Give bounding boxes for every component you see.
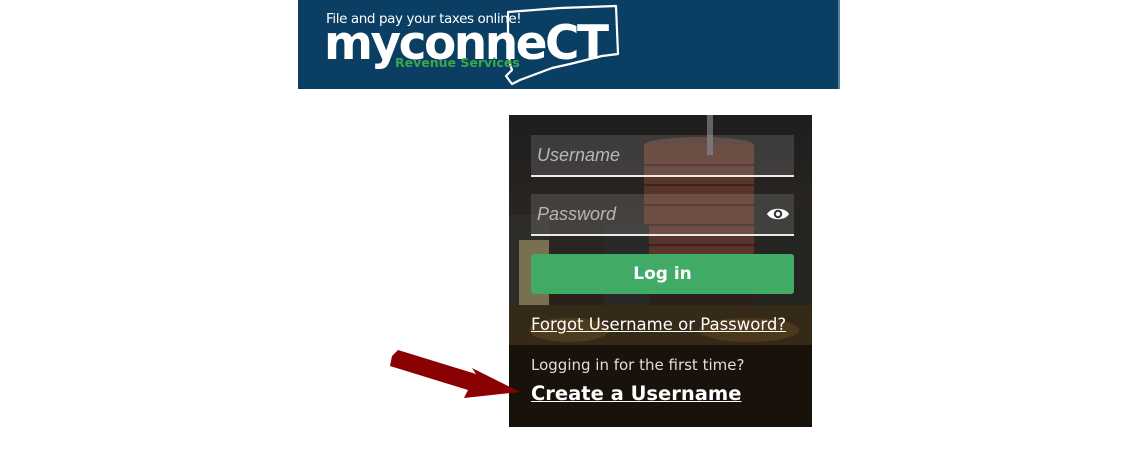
password-input[interactable] (531, 194, 794, 234)
login-button[interactable]: Log in (531, 254, 794, 294)
username-field-container (531, 135, 794, 177)
create-username-link[interactable]: Create a Username (531, 382, 741, 405)
username-input[interactable] (531, 135, 794, 175)
first-time-prompt: Logging in for the first time? (531, 356, 745, 374)
forgot-credentials-link[interactable]: Forgot Username or Password? (531, 315, 786, 334)
password-field-container (531, 194, 794, 236)
arrow-icon (390, 350, 520, 398)
eye-icon[interactable] (766, 205, 790, 223)
brand-subtitle: Revenue Services (395, 55, 520, 70)
login-panel: Log in Forgot Username or Password? Logg… (509, 115, 812, 427)
site-banner: File and pay your taxes online! myconneC… (298, 0, 840, 89)
